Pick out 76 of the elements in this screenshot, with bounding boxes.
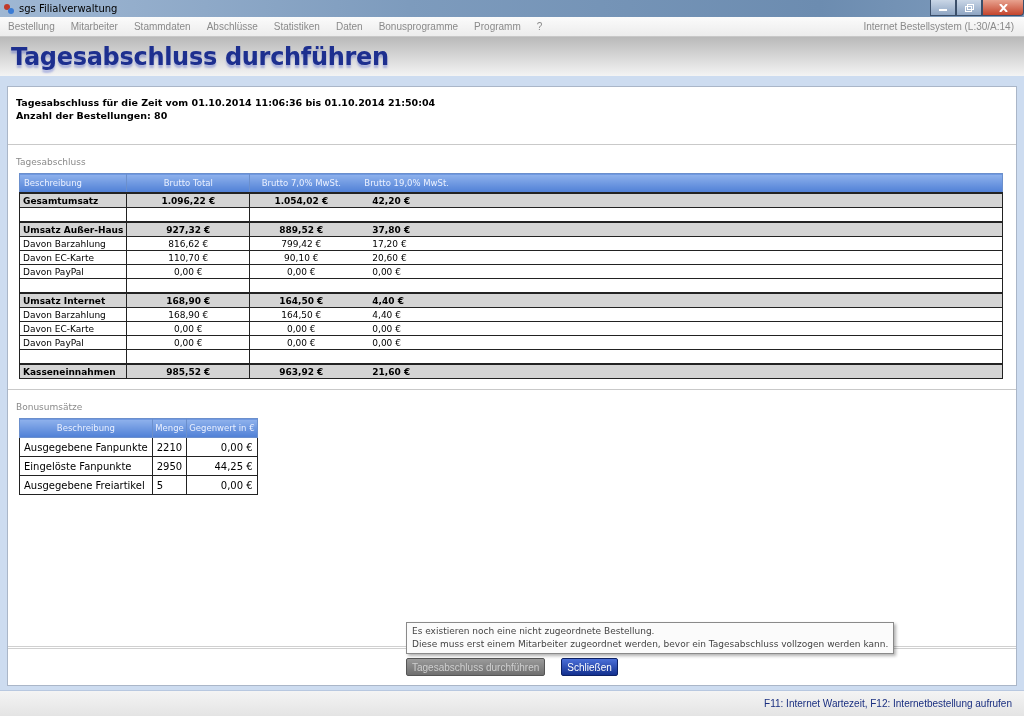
restore-icon: [964, 3, 974, 12]
column-header: Beschreibung: [19, 418, 153, 438]
menu-item[interactable]: Statistiken: [273, 21, 327, 32]
status-text: F11: Internet Wartezeit, F12: Internetbestellung aufrufen: [764, 698, 1012, 709]
table-cell: 0,00 €: [352, 321, 1003, 336]
table-cell: Umsatz Außer-Haus: [19, 222, 127, 237]
table-cell: 985,52 €: [126, 364, 250, 379]
column-header: Menge: [152, 418, 187, 438]
column-header: Beschreibung: [19, 173, 127, 193]
table-cell: 0,00 €: [126, 264, 250, 279]
table-cell: 4,40 €: [352, 307, 1003, 322]
section-heading: Tagesabschluss: [16, 157, 87, 167]
table-cell: 0,00 €: [126, 321, 250, 336]
menu-item[interactable]: Daten: [335, 21, 370, 32]
minimize-button[interactable]: [930, 0, 956, 16]
table-cell: Davon Barzahlung: [19, 307, 127, 322]
column-header: Gegenwert in €: [186, 418, 258, 438]
table-cell: 2210: [152, 437, 187, 457]
table-cell: Kasseneinnahmen: [19, 364, 127, 379]
table-cell: 0,00 €: [352, 264, 1003, 279]
table-cell: 168,90 €: [126, 293, 250, 308]
table-cell: Davon EC-Karte: [19, 250, 127, 265]
table-cell: 927,32 €: [126, 222, 250, 237]
table-cell: 164,50 €: [249, 293, 353, 308]
table-cell: 17,20 €: [352, 236, 1003, 251]
table-cell: 0,00 €: [126, 335, 250, 350]
close-button[interactable]: [982, 0, 1024, 16]
table-cell: 21,60 €: [352, 364, 1003, 379]
section-heading: Bonusumsätze: [16, 402, 84, 412]
table-cell: Ausgegebene Fanpunkte: [19, 437, 153, 457]
table-cell: 1.054,02 €: [249, 193, 353, 208]
app-icon: [3, 2, 15, 15]
table-cell: Ausgegebene Freiartikel: [19, 475, 153, 495]
tooltip-text: Diese muss erst einem Mitarbeiter zugeordnet werden, bevor ein Tagesabschluss vollzogen werden kann.: [412, 638, 889, 651]
table-cell: 4,40 €: [352, 293, 1003, 308]
restore-button[interactable]: [956, 0, 982, 16]
table-cell: 0,00 €: [186, 437, 258, 457]
table-cell: Davon PayPal: [19, 264, 127, 279]
menu-item[interactable]: Bestellung: [8, 21, 62, 32]
table-cell: 1.096,22 €: [126, 193, 250, 208]
table-cell: 42,20 €: [352, 193, 1003, 208]
info-text: Anzahl der Bestellungen: 80: [16, 109, 169, 122]
table-cell: 5: [152, 475, 187, 495]
table-cell: 110,70 €: [126, 250, 250, 265]
column-header: Brutto 7,0% MwSt.: [249, 173, 353, 193]
page-title: Tagesabschluss durchführen: [11, 42, 389, 71]
table-cell: 889,52 €: [249, 222, 353, 237]
table-cell: 20,60 €: [352, 250, 1003, 265]
menu-item[interactable]: Abschlüsse: [206, 21, 265, 32]
menu-item[interactable]: Bonusprogramme: [378, 21, 466, 32]
system-status: Internet Bestellsystem (L:30/A:14): [863, 21, 1014, 32]
table-cell: 0,00 €: [186, 475, 258, 495]
table-cell: 0,00 €: [352, 335, 1003, 350]
close-icon: [998, 3, 1008, 12]
menu-item[interactable]: ?: [536, 21, 550, 32]
table-cell: 44,25 €: [186, 456, 258, 476]
info-text: Tagesabschluss für die Zeit vom 01.10.2014 11:06:36 bis 01.10.2014 21:50:04: [16, 96, 437, 109]
menu-item[interactable]: Programm: [474, 21, 528, 32]
table-cell: Eingelöste Fanpunkte: [19, 456, 153, 476]
table-cell: Davon PayPal: [19, 335, 127, 350]
action-button[interactable]: Schließen: [561, 658, 618, 676]
window-title: sgs Filialverwaltung: [19, 3, 118, 14]
menu-item[interactable]: Stammdaten: [133, 21, 198, 32]
table-cell: 37,80 €: [352, 222, 1003, 237]
column-header: Brutto Total: [126, 173, 250, 193]
tooltip-text: Es existieren noch eine nicht zugeordnete Bestellung.: [412, 625, 656, 638]
table-cell: Umsatz Internet: [19, 293, 127, 308]
table-cell: 816,62 €: [126, 236, 250, 251]
table-cell: 168,90 €: [126, 307, 250, 322]
table-cell: 2950: [152, 456, 187, 476]
menu-item[interactable]: Mitarbeiter: [70, 21, 125, 32]
column-header: Brutto 19,0% MwSt.: [352, 173, 1003, 193]
table-cell: Davon EC-Karte: [19, 321, 127, 336]
table-cell: Gesamtumsatz: [19, 193, 127, 208]
table-cell: 963,92 €: [249, 364, 353, 379]
table-cell: Davon Barzahlung: [19, 236, 127, 251]
